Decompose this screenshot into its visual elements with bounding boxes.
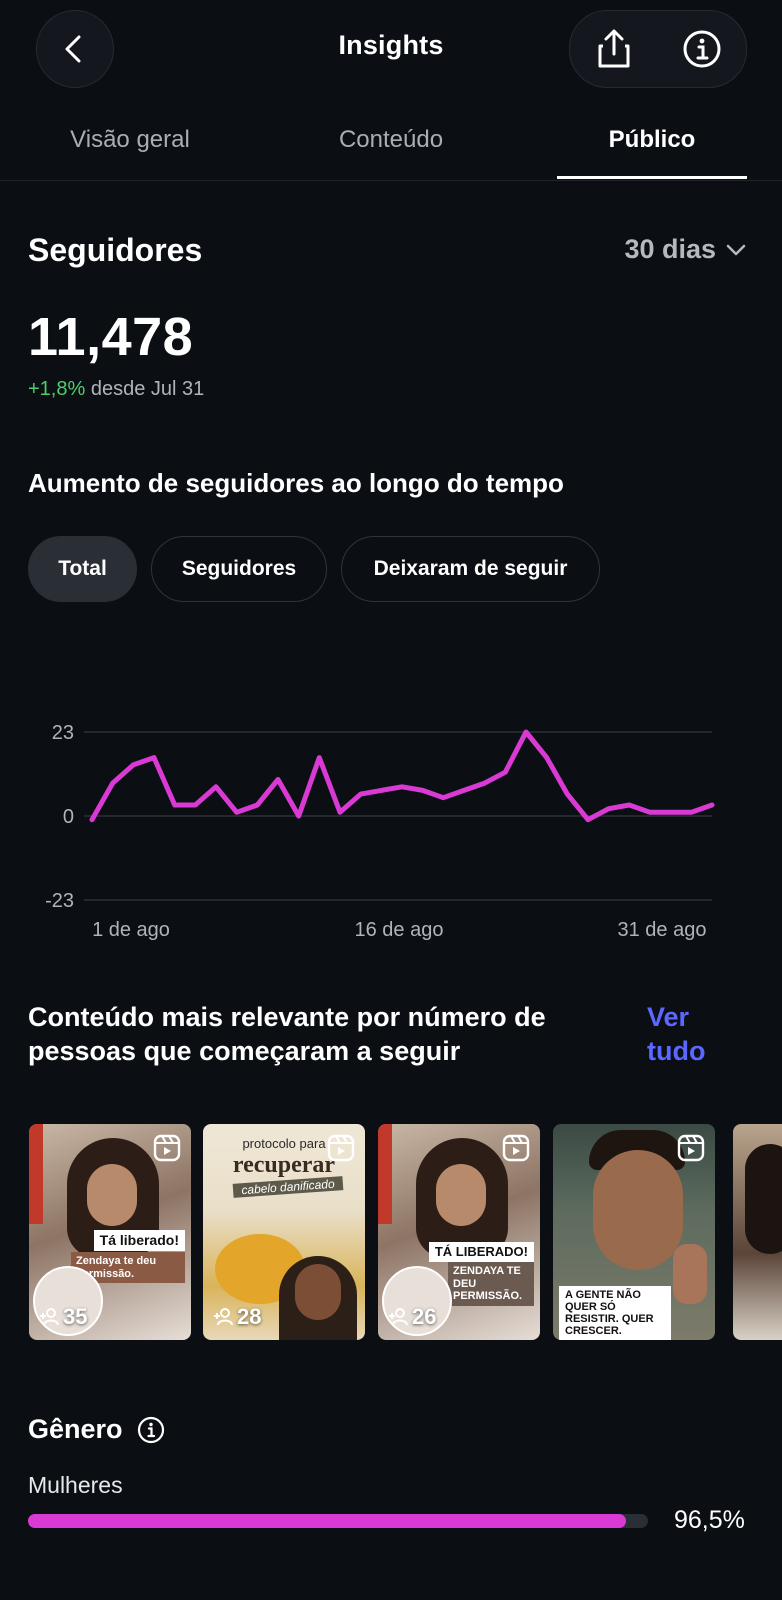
chart-x-tick: 1 de ago xyxy=(92,919,170,941)
thumbnail-count-value: 28 xyxy=(237,1304,262,1329)
chart-x-tick: 16 de ago xyxy=(355,919,444,941)
thumbnail-subcaption: ZENDAYA TE DEU PERMISSÃO. xyxy=(448,1262,534,1306)
thumbnail-face xyxy=(295,1264,341,1320)
gender-women-value: 96,5% xyxy=(674,1506,745,1534)
growth-title: Aumento de seguidores ao longo do tempo xyxy=(28,468,564,498)
period-label: 30 dias xyxy=(624,234,716,264)
tab-audience[interactable]: Público xyxy=(552,126,752,166)
gender-title-label: Gênero xyxy=(28,1414,123,1444)
gender-title: Gênero xyxy=(28,1414,165,1445)
thumbnail-count-value: 26 xyxy=(412,1304,437,1329)
thumbnail-face xyxy=(436,1164,486,1226)
delta-percent: +1,8% xyxy=(28,378,86,400)
followers-count: 11,478 xyxy=(28,307,194,367)
chevron-down-icon xyxy=(726,244,746,255)
tabs-divider xyxy=(0,180,782,181)
gender-women-label: Mulheres xyxy=(28,1472,123,1498)
thumbnail-caption: Tá liberado! xyxy=(93,1230,185,1252)
thumbnail-follow-count: 26 xyxy=(388,1304,436,1330)
followers-delta: +1,8% desde Jul 31 xyxy=(28,378,204,401)
reel-icon xyxy=(502,1134,530,1162)
thumbnail-follow-count: 28 xyxy=(213,1304,261,1330)
content-thumbnail[interactable]: protocolo para recuperar cabelo danifica… xyxy=(203,1124,365,1340)
thumbnail-edge xyxy=(29,1124,43,1224)
person-add-icon xyxy=(40,1308,59,1326)
tab-content[interactable]: Conteúdo xyxy=(291,126,491,166)
person-add-icon xyxy=(389,1308,408,1326)
thumbnail-face xyxy=(593,1150,683,1270)
header-actions xyxy=(569,10,747,88)
followers-title: Seguidores xyxy=(28,232,203,268)
growth-chart: 23 0 -23 1 de ago 16 de ago 31 de ago xyxy=(45,722,715,941)
thumbnail-figure xyxy=(745,1144,782,1254)
reel-icon xyxy=(153,1134,181,1162)
chart-y-tick: 0 xyxy=(63,806,74,828)
tab-overview[interactable]: Visão geral xyxy=(30,126,230,166)
thumbnail-count-value: 35 xyxy=(63,1304,88,1329)
content-thumbnail[interactable]: A GENTE NÃO QUER SÓ RESISTIR. QUER CRESC… xyxy=(553,1124,715,1340)
thumbnail-face xyxy=(87,1164,137,1226)
share-button[interactable] xyxy=(570,11,658,87)
chart-y-tick: -23 xyxy=(45,890,74,912)
chip-followers[interactable]: Seguidores xyxy=(151,536,327,602)
chart-y-tick: 23 xyxy=(52,722,74,744)
active-tab-indicator xyxy=(557,176,747,179)
see-all-link[interactable]: Ver tudo xyxy=(647,1000,727,1068)
gender-women-bar-fill xyxy=(28,1514,627,1528)
thumbnail-caption: TÁ LIBERADO! xyxy=(428,1242,534,1263)
thumbnail-follow-count: 35 xyxy=(39,1304,87,1330)
gender-women-bar xyxy=(28,1514,648,1528)
thumbnail-caption: A GENTE NÃO QUER SÓ RESISTIR. QUER CRESC… xyxy=(559,1286,671,1340)
chip-unfollowed[interactable]: Deixaram de seguir xyxy=(341,536,600,602)
chart-series-line xyxy=(89,729,715,823)
share-icon xyxy=(598,29,630,68)
period-selector[interactable]: 30 dias xyxy=(624,234,746,265)
person-add-icon xyxy=(214,1308,233,1326)
reel-icon xyxy=(677,1134,705,1162)
reel-icon xyxy=(327,1134,355,1162)
content-thumbnail[interactable] xyxy=(733,1124,782,1340)
delta-since: desde Jul 31 xyxy=(90,378,205,400)
thumbnail-edge xyxy=(378,1124,392,1224)
thumbnail-thumb xyxy=(673,1244,707,1304)
info-icon[interactable] xyxy=(137,1416,165,1444)
content-thumbnail[interactable]: Tá liberado! Zendaya te deu permissão. 3… xyxy=(29,1124,191,1340)
content-thumbnail[interactable]: TÁ LIBERADO! ZENDAYA TE DEU PERMISSÃO. 2… xyxy=(378,1124,540,1340)
chart-x-tick: 31 de ago xyxy=(618,919,707,941)
info-icon xyxy=(683,30,721,68)
chip-total[interactable]: Total xyxy=(28,536,137,602)
info-button[interactable] xyxy=(658,11,746,87)
relevant-content-title: Conteúdo mais relevante por número de pe… xyxy=(28,1002,546,1066)
thumbnail-subcaption: cabelo danificado xyxy=(232,1176,344,1198)
